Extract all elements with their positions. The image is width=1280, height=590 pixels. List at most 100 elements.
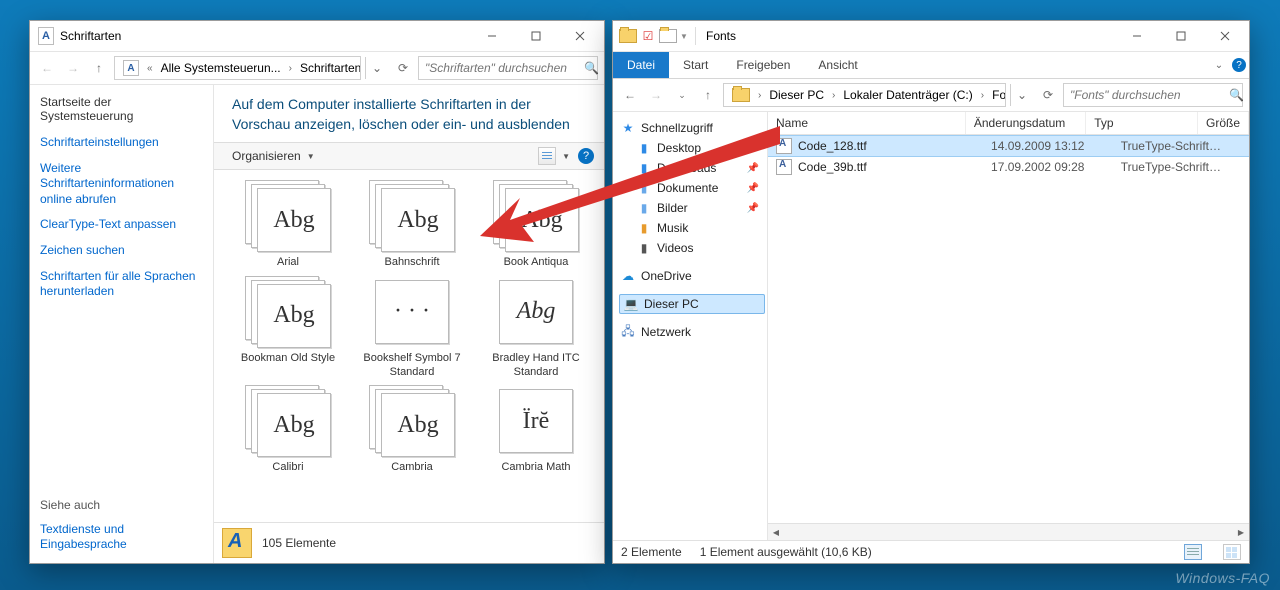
chevron-right-icon: › xyxy=(287,63,294,74)
tab-start[interactable]: Start xyxy=(669,52,722,78)
view-button[interactable] xyxy=(538,147,556,165)
forward-button[interactable]: → xyxy=(645,84,667,106)
font-name: Cambria Math xyxy=(501,461,570,475)
sidebar-link[interactable]: Zeichen suchen xyxy=(38,239,205,263)
sidebar-link[interactable]: Textdienste und Eingabesprache xyxy=(38,518,205,557)
chevron-right-icon: › xyxy=(756,90,763,101)
font-item[interactable]: AbgCalibri xyxy=(228,385,348,475)
close-button[interactable] xyxy=(558,22,602,50)
tab-ansicht[interactable]: Ansicht xyxy=(804,52,871,78)
view-dropdown[interactable]: ▼ xyxy=(558,152,574,161)
breadcrumb-dropdown[interactable]: ⌄ xyxy=(365,57,388,79)
organize-button[interactable]: Organisieren▼ xyxy=(224,146,323,166)
tree-network[interactable]: 🖧 Netzwerk xyxy=(619,322,765,342)
chevron-down-icon[interactable]: ▼ xyxy=(679,32,689,41)
font-item[interactable]: AbgBahnschrift xyxy=(352,180,472,270)
search-box[interactable]: 🔍 xyxy=(418,56,598,80)
pin-icon: 📌 xyxy=(747,143,763,154)
tree-item[interactable]: ▮Videos xyxy=(619,238,765,258)
font-item[interactable]: AbgBradley Hand ITC Standard xyxy=(476,276,596,380)
tree-item[interactable]: ▮Musik xyxy=(619,218,765,238)
tree-item[interactable]: ▮Downloads📌 xyxy=(619,158,765,178)
sidebar-link[interactable]: Schriftarten für alle Sprachen herunterl… xyxy=(38,265,205,304)
ttf-file-icon xyxy=(776,138,792,154)
maximize-button[interactable] xyxy=(514,22,558,50)
breadcrumb-segment[interactable]: Alle Systemsteuerun... xyxy=(157,61,285,75)
sidebar-link[interactable]: Weitere Schriftarteninformationen online… xyxy=(38,157,205,212)
font-item[interactable]: AbgArial xyxy=(228,180,348,270)
breadcrumb-segment[interactable]: Lokaler Datenträger (C:) xyxy=(839,88,976,102)
font-item[interactable]: AbgBookman Old Style xyxy=(228,276,348,380)
font-item[interactable]: · · ·Bookshelf Symbol 7 Standard xyxy=(352,276,472,380)
details-view-button[interactable] xyxy=(1184,544,1202,560)
col-size[interactable]: Größe xyxy=(1198,112,1249,134)
font-item[interactable]: ÏrĕCambria Math xyxy=(476,385,596,475)
sidebar-link[interactable]: ClearType-Text anpassen xyxy=(38,213,205,237)
scroll-right-button[interactable]: ▶ xyxy=(1233,525,1249,539)
tree-quickaccess[interactable]: ★ Schnellzugriff xyxy=(619,118,765,138)
folder-icon: ▮ xyxy=(637,241,651,255)
toolbar: Organisieren▼ ▼ ? xyxy=(214,142,604,170)
ribbon-tabs: Datei Start Freigeben Ansicht ⌄ ? xyxy=(613,52,1249,79)
icons-view-button[interactable] xyxy=(1223,544,1241,560)
breadcrumb-segment[interactable]: Dieser PC xyxy=(765,88,828,102)
back-button[interactable]: ← xyxy=(619,84,641,106)
search-box[interactable]: 🔍 xyxy=(1063,83,1243,107)
refresh-button[interactable]: ⟳ xyxy=(1037,84,1059,106)
status-item-count: 2 Elemente xyxy=(621,545,682,559)
recent-dropdown[interactable]: ⌄ xyxy=(671,84,693,106)
sidebar-home[interactable]: Startseite der Systemsteuerung xyxy=(38,91,205,129)
tab-freigeben[interactable]: Freigeben xyxy=(722,52,804,78)
window-title: Schriftarten xyxy=(60,29,121,43)
file-row[interactable]: Code_128.ttf14.09.2009 13:12TrueType-Sch… xyxy=(768,135,1249,157)
col-type[interactable]: Typ xyxy=(1086,112,1198,134)
page-heading: Auf dem Computer installierte Schriftart… xyxy=(214,85,604,142)
horizontal-scrollbar[interactable]: ◀ ▶ xyxy=(768,523,1249,540)
scroll-left-button[interactable]: ◀ xyxy=(768,525,784,539)
search-input[interactable] xyxy=(423,60,584,76)
ribbon-collapse-button[interactable]: ⌄ xyxy=(1209,52,1229,78)
font-name: Arial xyxy=(277,256,299,270)
tree-thispc[interactable]: 💻 Dieser PC xyxy=(619,294,765,314)
tab-datei[interactable]: Datei xyxy=(613,52,669,78)
tree-onedrive[interactable]: ☁ OneDrive xyxy=(619,266,765,286)
forward-button[interactable]: → xyxy=(62,57,84,79)
font-item[interactable]: AbgBook Antiqua xyxy=(476,180,596,270)
breadcrumb-bar[interactable]: › Dieser PC › Lokaler Datenträger (C:) ›… xyxy=(723,83,1006,107)
tree-item[interactable]: ▮Dokumente📌 xyxy=(619,178,765,198)
back-button[interactable]: ← xyxy=(36,57,58,79)
minimize-button[interactable] xyxy=(470,22,514,50)
breadcrumb-dropdown[interactable]: ⌄ xyxy=(1010,84,1033,106)
tree-item[interactable]: ▮Bilder📌 xyxy=(619,198,765,218)
breadcrumb-segment[interactable]: Schriftarten xyxy=(296,61,361,75)
font-grid[interactable]: AbgArialAbgBahnschriftAbgBook AntiquaAbg… xyxy=(214,170,604,522)
tree-item[interactable]: ▮Desktop📌 xyxy=(619,138,765,158)
qat-newfolder-icon[interactable] xyxy=(659,27,677,45)
minimize-button[interactable] xyxy=(1115,22,1159,50)
help-button[interactable]: ? xyxy=(1229,52,1249,78)
file-row[interactable]: Code_39b.ttf17.09.2002 09:28TrueType-Sch… xyxy=(768,157,1249,177)
file-rows[interactable]: Code_128.ttf14.09.2009 13:12TrueType-Sch… xyxy=(768,135,1249,523)
search-input[interactable] xyxy=(1068,87,1229,103)
maximize-button[interactable] xyxy=(1159,22,1203,50)
chevron-right-icon: › xyxy=(830,90,837,101)
titlebar[interactable]: A Schriftarten xyxy=(30,21,604,52)
quick-access-toolbar: ☑ ▼ Fonts xyxy=(613,21,1249,52)
qat-properties-icon[interactable]: ☑ xyxy=(639,27,657,45)
nav-tree[interactable]: ★ Schnellzugriff ▮Desktop📌▮Downloads📌▮Do… xyxy=(613,112,768,540)
up-button[interactable]: ↑ xyxy=(88,57,110,79)
column-headers[interactable]: Name Änderungsdatum Typ Größe xyxy=(768,112,1249,135)
help-button[interactable]: ? xyxy=(578,148,594,164)
folder-icon: ▮ xyxy=(637,161,651,175)
search-icon: 🔍 xyxy=(584,61,598,75)
up-button[interactable]: ↑ xyxy=(697,84,719,106)
font-item[interactable]: AbgCambria xyxy=(352,385,472,475)
refresh-button[interactable]: ⟳ xyxy=(392,57,414,79)
sidebar-link[interactable]: Schriftarteinstellungen xyxy=(38,131,205,155)
fonts-app-icon: A xyxy=(38,28,54,44)
breadcrumb-bar[interactable]: A « Alle Systemsteuerun... › Schriftarte… xyxy=(114,56,361,80)
close-button[interactable] xyxy=(1203,22,1247,50)
col-date[interactable]: Änderungsdatum xyxy=(966,112,1086,134)
col-name[interactable]: Name xyxy=(768,112,966,134)
breadcrumb-segment[interactable]: Fonts xyxy=(988,88,1006,102)
